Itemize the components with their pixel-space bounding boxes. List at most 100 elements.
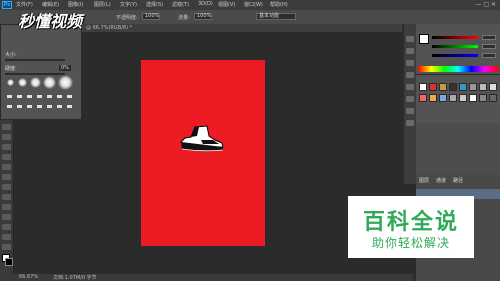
brush-panel-icon[interactable] <box>406 60 414 66</box>
eraser-tool-icon[interactable] <box>2 204 11 210</box>
brush-preset[interactable] <box>30 77 41 88</box>
type-tool-icon[interactable] <box>2 234 11 240</box>
color-spectrum[interactable] <box>418 66 498 72</box>
history-panel-icon[interactable] <box>406 36 414 42</box>
flow-label: 流量: <box>178 15 190 21</box>
brush-hardness-slider[interactable] <box>5 73 65 75</box>
marquee-tool-icon[interactable] <box>2 134 11 140</box>
brush-preset[interactable] <box>27 95 32 98</box>
style-swatch[interactable] <box>429 83 437 91</box>
tab-channels[interactable]: 通道 <box>436 177 446 184</box>
menu-view[interactable]: 视图(V) <box>218 1 235 8</box>
background-color-swatch[interactable] <box>5 258 13 266</box>
brush-preset[interactable] <box>7 79 14 86</box>
menu-help[interactable]: 帮助(H) <box>270 1 288 8</box>
style-swatch[interactable] <box>469 83 477 91</box>
crop-tool-icon[interactable] <box>2 164 11 170</box>
style-swatch[interactable] <box>449 83 457 91</box>
style-swatch[interactable] <box>459 83 467 91</box>
document-tab[interactable]: @ 66.7%(RGB/8) * <box>82 24 402 32</box>
brush-preset[interactable] <box>47 95 52 98</box>
zoom-level[interactable]: 66.67% <box>19 274 38 280</box>
hand-tool-icon[interactable] <box>2 244 11 250</box>
brush-preset[interactable] <box>7 95 12 98</box>
document-tab-label: @ 66.7%(RGB/8) * <box>86 25 133 31</box>
workspace-select[interactable]: 基本功能 <box>256 13 296 20</box>
actions-panel-icon[interactable] <box>406 48 414 54</box>
flow-input[interactable]: 100% <box>194 13 212 20</box>
channel-badge: 百科全说 助你轻松解决 <box>348 196 474 258</box>
menu-window[interactable]: 窗口(W) <box>244 1 263 8</box>
brush-preset[interactable] <box>67 95 72 98</box>
style-swatch[interactable] <box>439 83 447 91</box>
clone-source-panel-icon[interactable] <box>406 72 414 78</box>
brush-preset-panel: 大小: 硬度: 0% <box>0 24 82 120</box>
brush-preset[interactable] <box>57 95 62 98</box>
sneaker-graphic <box>180 125 224 152</box>
red-slider[interactable] <box>432 36 478 39</box>
paragraph-panel-icon[interactable] <box>406 96 414 102</box>
color-foreground-swatch[interactable] <box>419 34 429 44</box>
menu-image[interactable]: 图像(I) <box>68 1 83 8</box>
menu-file[interactable]: 文件(F) <box>16 1 33 8</box>
brush-hardness-value[interactable]: 0% <box>59 65 71 71</box>
info-panel-icon[interactable] <box>406 108 414 114</box>
opacity-label: 不透明度: <box>116 15 138 21</box>
menu-type[interactable]: 文字(Y) <box>120 1 137 8</box>
brush-preset[interactable] <box>47 105 52 108</box>
menu-filter[interactable]: 滤镜(T) <box>172 1 189 8</box>
red-value[interactable] <box>482 35 496 40</box>
brush-preset[interactable] <box>67 105 72 108</box>
brush-preset[interactable] <box>37 95 42 98</box>
green-value[interactable] <box>482 44 496 49</box>
menu-layer[interactable]: 图层(L) <box>94 1 111 8</box>
document-canvas[interactable] <box>141 60 265 246</box>
move-tool-icon[interactable] <box>2 124 11 130</box>
brush-preset[interactable] <box>17 105 22 108</box>
pen-tool-icon[interactable] <box>2 224 11 230</box>
brush-preset[interactable] <box>18 78 27 87</box>
blue-value[interactable] <box>482 53 496 58</box>
style-swatch[interactable] <box>459 94 467 102</box>
style-swatch[interactable] <box>469 94 477 102</box>
menu-select[interactable]: 选择(S) <box>146 1 163 8</box>
tab-paths[interactable]: 路径 <box>453 177 463 184</box>
blue-slider[interactable] <box>432 54 478 57</box>
tab-layers[interactable]: 图层 <box>419 177 429 184</box>
gradient-tool-icon[interactable] <box>2 214 11 220</box>
style-swatch[interactable] <box>419 94 427 102</box>
brush-preset[interactable] <box>37 105 42 108</box>
style-swatch[interactable] <box>479 94 487 102</box>
style-swatch[interactable] <box>419 83 427 91</box>
brush-preset[interactable] <box>58 75 73 90</box>
green-slider[interactable] <box>432 45 478 48</box>
properties-panel-icon[interactable] <box>406 120 414 126</box>
brush-preset[interactable] <box>17 95 22 98</box>
brush-preset[interactable] <box>27 105 32 108</box>
opacity-input[interactable]: 100% <box>142 13 160 20</box>
window-controls[interactable]: — □ ✕ <box>475 1 496 8</box>
style-swatch[interactable] <box>449 94 457 102</box>
style-swatch[interactable] <box>429 94 437 102</box>
style-swatch[interactable] <box>489 94 497 102</box>
style-swatch[interactable] <box>479 83 487 91</box>
brush-preset[interactable] <box>7 105 12 108</box>
brush-preset[interactable] <box>43 76 56 89</box>
menu-edit[interactable]: 编辑(E) <box>42 1 59 8</box>
stamp-tool-icon[interactable] <box>2 194 11 200</box>
badge-title: 百科全说 <box>362 210 459 235</box>
eyedropper-tool-icon[interactable] <box>2 174 11 180</box>
character-panel-icon[interactable] <box>406 84 414 90</box>
brush-size-slider[interactable] <box>5 59 65 61</box>
brush-preset[interactable] <box>57 105 62 108</box>
lasso-tool-icon[interactable] <box>2 144 11 150</box>
style-swatch[interactable] <box>439 94 447 102</box>
menu-3d[interactable]: 3D(D) <box>198 1 213 7</box>
brush-hardness-label: 硬度: <box>5 66 17 72</box>
brush-tool-icon[interactable] <box>2 184 11 190</box>
style-swatch[interactable] <box>489 83 497 91</box>
brush-size-label: 大小: <box>5 52 17 58</box>
photoshop-logo: Ps <box>2 1 12 9</box>
magic-wand-tool-icon[interactable] <box>2 154 11 160</box>
video-watermark: 秒懂视频 <box>18 12 83 31</box>
